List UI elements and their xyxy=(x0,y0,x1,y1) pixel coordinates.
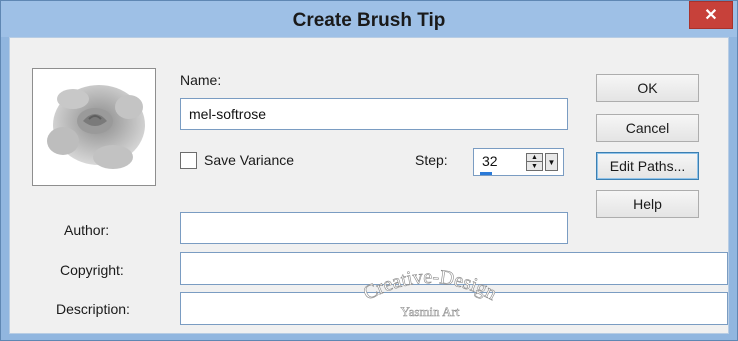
close-button[interactable]: ✕ xyxy=(689,1,733,29)
author-field[interactable] xyxy=(180,212,568,244)
title-bar[interactable]: Create Brush Tip ✕ xyxy=(1,1,737,37)
close-icon: ✕ xyxy=(704,7,718,24)
edit-paths-button[interactable]: Edit Paths... xyxy=(596,152,699,180)
step-level-bar xyxy=(480,172,492,175)
save-variance-checkbox[interactable] xyxy=(180,152,197,169)
save-variance-label[interactable]: Save Variance xyxy=(204,152,294,168)
step-label: Step: xyxy=(415,152,448,168)
step-value[interactable]: 32 xyxy=(482,153,498,169)
name-field[interactable]: mel-softrose xyxy=(180,98,568,130)
author-label: Author: xyxy=(64,222,110,238)
name-label: Name: xyxy=(180,72,222,88)
copyright-field[interactable] xyxy=(180,252,728,285)
description-field[interactable] xyxy=(180,292,728,325)
cancel-button[interactable]: Cancel xyxy=(596,114,699,142)
window-title: Create Brush Tip xyxy=(292,10,446,31)
create-brush-tip-dialog: Create Brush Tip ✕ Name: mel-softrose Sa… xyxy=(0,0,738,341)
step-control[interactable]: 32 ▲ ▼ ▼ xyxy=(473,148,564,176)
brush-preview xyxy=(32,68,156,186)
dialog-body: Name: mel-softrose Save Variance Step: 3… xyxy=(9,37,729,334)
dropdown-arrow-icon[interactable]: ▼ xyxy=(545,153,558,171)
help-button[interactable]: Help xyxy=(596,190,699,218)
name-field-value: mel-softrose xyxy=(189,106,267,122)
copyright-label: Copyright: xyxy=(60,262,124,278)
rose-brush-image xyxy=(47,85,145,169)
ok-button[interactable]: OK xyxy=(596,74,699,102)
description-label: Description: xyxy=(56,301,130,317)
chevron-down-icon[interactable]: ▼ xyxy=(527,162,542,170)
step-spinner[interactable]: ▲ ▼ xyxy=(526,153,543,171)
chevron-up-icon[interactable]: ▲ xyxy=(527,154,542,162)
